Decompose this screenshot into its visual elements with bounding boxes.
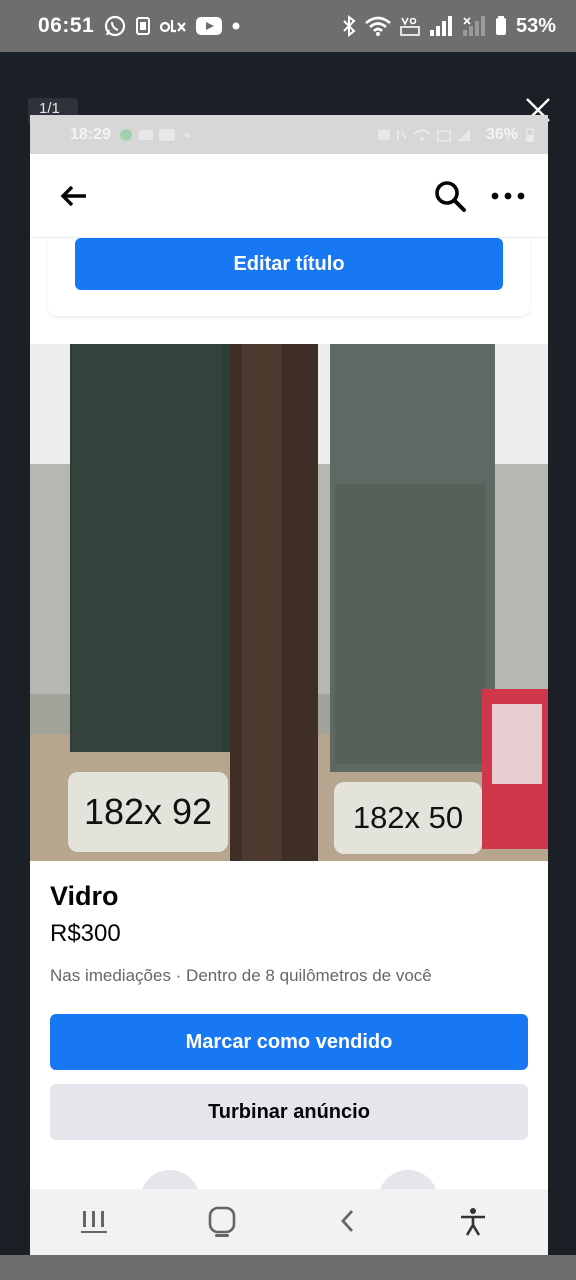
signal-secondary-icon <box>462 16 486 36</box>
battery-icon <box>495 16 507 36</box>
inner-status-icons <box>377 127 478 143</box>
whatsapp-icon <box>104 15 126 37</box>
inner-notification-icons <box>119 127 193 143</box>
status-time: 06:51 <box>38 14 95 37</box>
more-icon <box>491 192 525 200</box>
listing-price: R$300 <box>50 920 121 947</box>
system-nav-bar <box>30 1189 548 1255</box>
inner-status-bar: 18:29 36% <box>30 115 548 154</box>
more-button[interactable] <box>486 174 530 218</box>
listing-location: Nas imediações · Dentro de 8 quilômetros… <box>50 966 432 985</box>
recents-icon[interactable] <box>80 1207 108 1237</box>
search-icon <box>433 179 467 213</box>
dot-icon <box>232 22 240 30</box>
device-status-bar: 06:51 53% <box>0 0 576 52</box>
olx-icon <box>160 18 187 34</box>
youtube-icon <box>196 17 223 35</box>
search-button[interactable] <box>428 174 472 218</box>
edit-title-card: Editar título <box>48 238 530 316</box>
outer-bottom-bar <box>0 1255 576 1280</box>
photo-label-right: 182x 50 <box>334 782 482 854</box>
listing-info: Vidro R$300 Nas imediações · Dentro de 8… <box>30 861 548 1230</box>
back-button[interactable] <box>52 174 96 218</box>
app-bar <box>30 154 548 238</box>
notification-app-icon <box>136 17 151 35</box>
signal-icon <box>429 16 453 36</box>
home-icon[interactable] <box>207 1205 237 1239</box>
mark-sold-button[interactable]: Marcar como vendido <box>50 1014 528 1070</box>
bluetooth-icon <box>342 15 356 37</box>
photo-label-left: 182x 92 <box>68 772 228 852</box>
listing-photo[interactable]: 182x 92 182x 50 <box>30 344 548 861</box>
arrow-left-icon <box>59 184 89 208</box>
edit-title-button[interactable]: Editar título <box>75 238 503 290</box>
back-nav-icon[interactable] <box>337 1207 359 1237</box>
inner-battery-percent: 36% <box>485 125 518 143</box>
battery-percent: 53% <box>515 14 556 37</box>
volte-icon <box>400 15 420 37</box>
listing-title: Vidro <box>50 881 119 911</box>
inner-battery-icon <box>526 127 534 142</box>
accessibility-icon[interactable] <box>458 1207 488 1237</box>
inner-status-time: 18:29 <box>70 125 111 143</box>
wifi-icon <box>365 16 391 36</box>
listing-screenshot: 18:29 36% Editar título 182x 92 182x 50 … <box>30 115 548 1255</box>
boost-listing-button[interactable]: Turbinar anúncio <box>50 1084 528 1140</box>
